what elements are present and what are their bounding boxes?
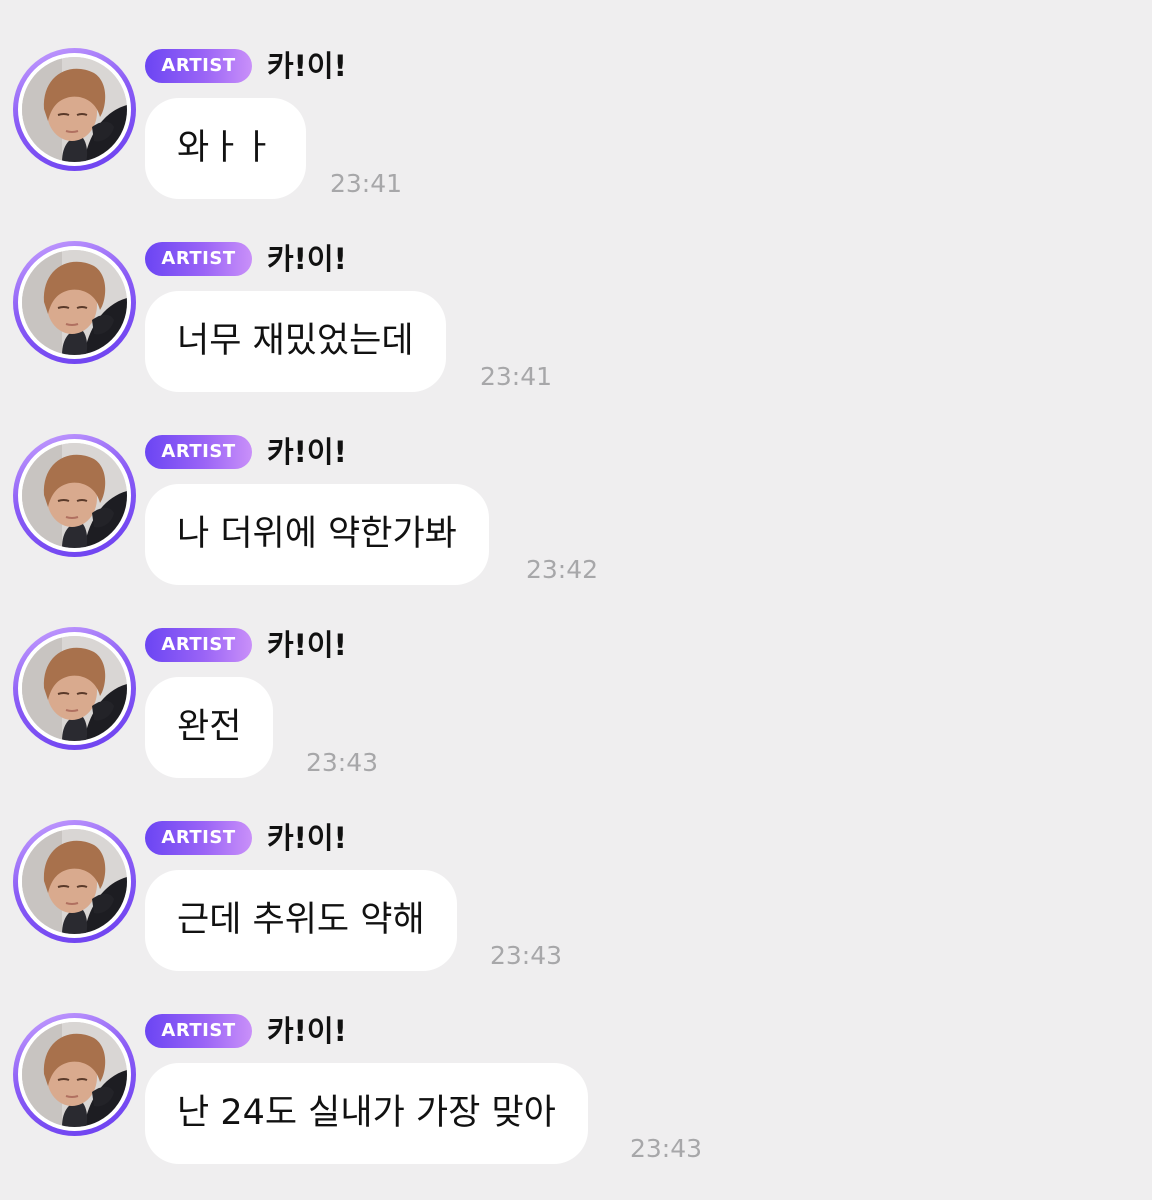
profile-photo-icon [22,250,127,355]
sender-name[interactable]: 카!이! [267,46,347,86]
profile-photo-icon [22,1022,127,1127]
chat-message-list[interactable]: ARTIST 카!이! 와ㅏㅏ 23:41 ARTIST 카!이! 너무 재밌었… [0,0,1152,1200]
message-bubble[interactable]: 와ㅏㅏ [145,98,306,199]
artist-badge: ARTIST [145,821,252,855]
avatar-ring-gap [18,632,131,745]
chat-message: ARTIST 카!이! 근데 추위도 약해 23:43 [0,772,1152,971]
sender-name[interactable]: 카!이! [267,432,347,472]
avatar[interactable] [13,241,136,364]
avatar-ring-gap [18,439,131,552]
avatar[interactable] [13,48,136,171]
sender-name[interactable]: 카!이! [267,1011,347,1051]
message-bubble[interactable]: 근데 추위도 약해 [145,870,457,971]
chat-message: ARTIST 카!이! 나 더위에 약한가봐 23:42 [0,386,1152,585]
artist-badge: ARTIST [145,1014,252,1048]
message-bubble[interactable]: 나 더위에 약한가봐 [145,484,489,585]
message-bubble[interactable]: 너무 재밌었는데 [145,291,446,392]
sender-name[interactable]: 카!이! [267,818,347,858]
chat-message: ARTIST 카!이! 완전 23:43 [0,579,1152,778]
profile-photo-icon [22,57,127,162]
artist-badge: ARTIST [145,628,252,662]
profile-photo-icon [22,443,127,548]
avatar-ring-gap [18,1018,131,1131]
chat-message: ARTIST 카!이! 너무 재밌었는데 23:41 [0,193,1152,392]
avatar-photo [22,1022,127,1127]
avatar-photo [22,57,127,162]
artist-badge: ARTIST [145,435,252,469]
avatar-ring-gap [18,825,131,938]
sender-name[interactable]: 카!이! [267,625,347,665]
avatar[interactable] [13,820,136,943]
artist-badge: ARTIST [145,49,252,83]
chat-message: ARTIST 카!이! 와ㅏㅏ 23:41 [0,0,1152,199]
avatar[interactable] [13,1013,136,1136]
artist-badge: ARTIST [145,242,252,276]
message-time: 23:43 [630,1134,703,1163]
avatar-photo [22,443,127,548]
avatar[interactable] [13,627,136,750]
message-bubble[interactable]: 완전 [145,677,274,778]
profile-photo-icon [22,636,127,741]
avatar-ring-gap [18,53,131,166]
avatar-photo [22,636,127,741]
avatar-photo [22,829,127,934]
message-bubble[interactable]: 난 24도 실내가 가장 맞아 [145,1063,588,1164]
avatar[interactable] [13,434,136,557]
sender-name[interactable]: 카!이! [267,239,347,279]
avatar-ring-gap [18,246,131,359]
avatar-photo [22,250,127,355]
profile-photo-icon [22,829,127,934]
chat-message: ARTIST 카!이! 난 24도 실내가 가장 맞아 23:43 [0,965,1152,1164]
